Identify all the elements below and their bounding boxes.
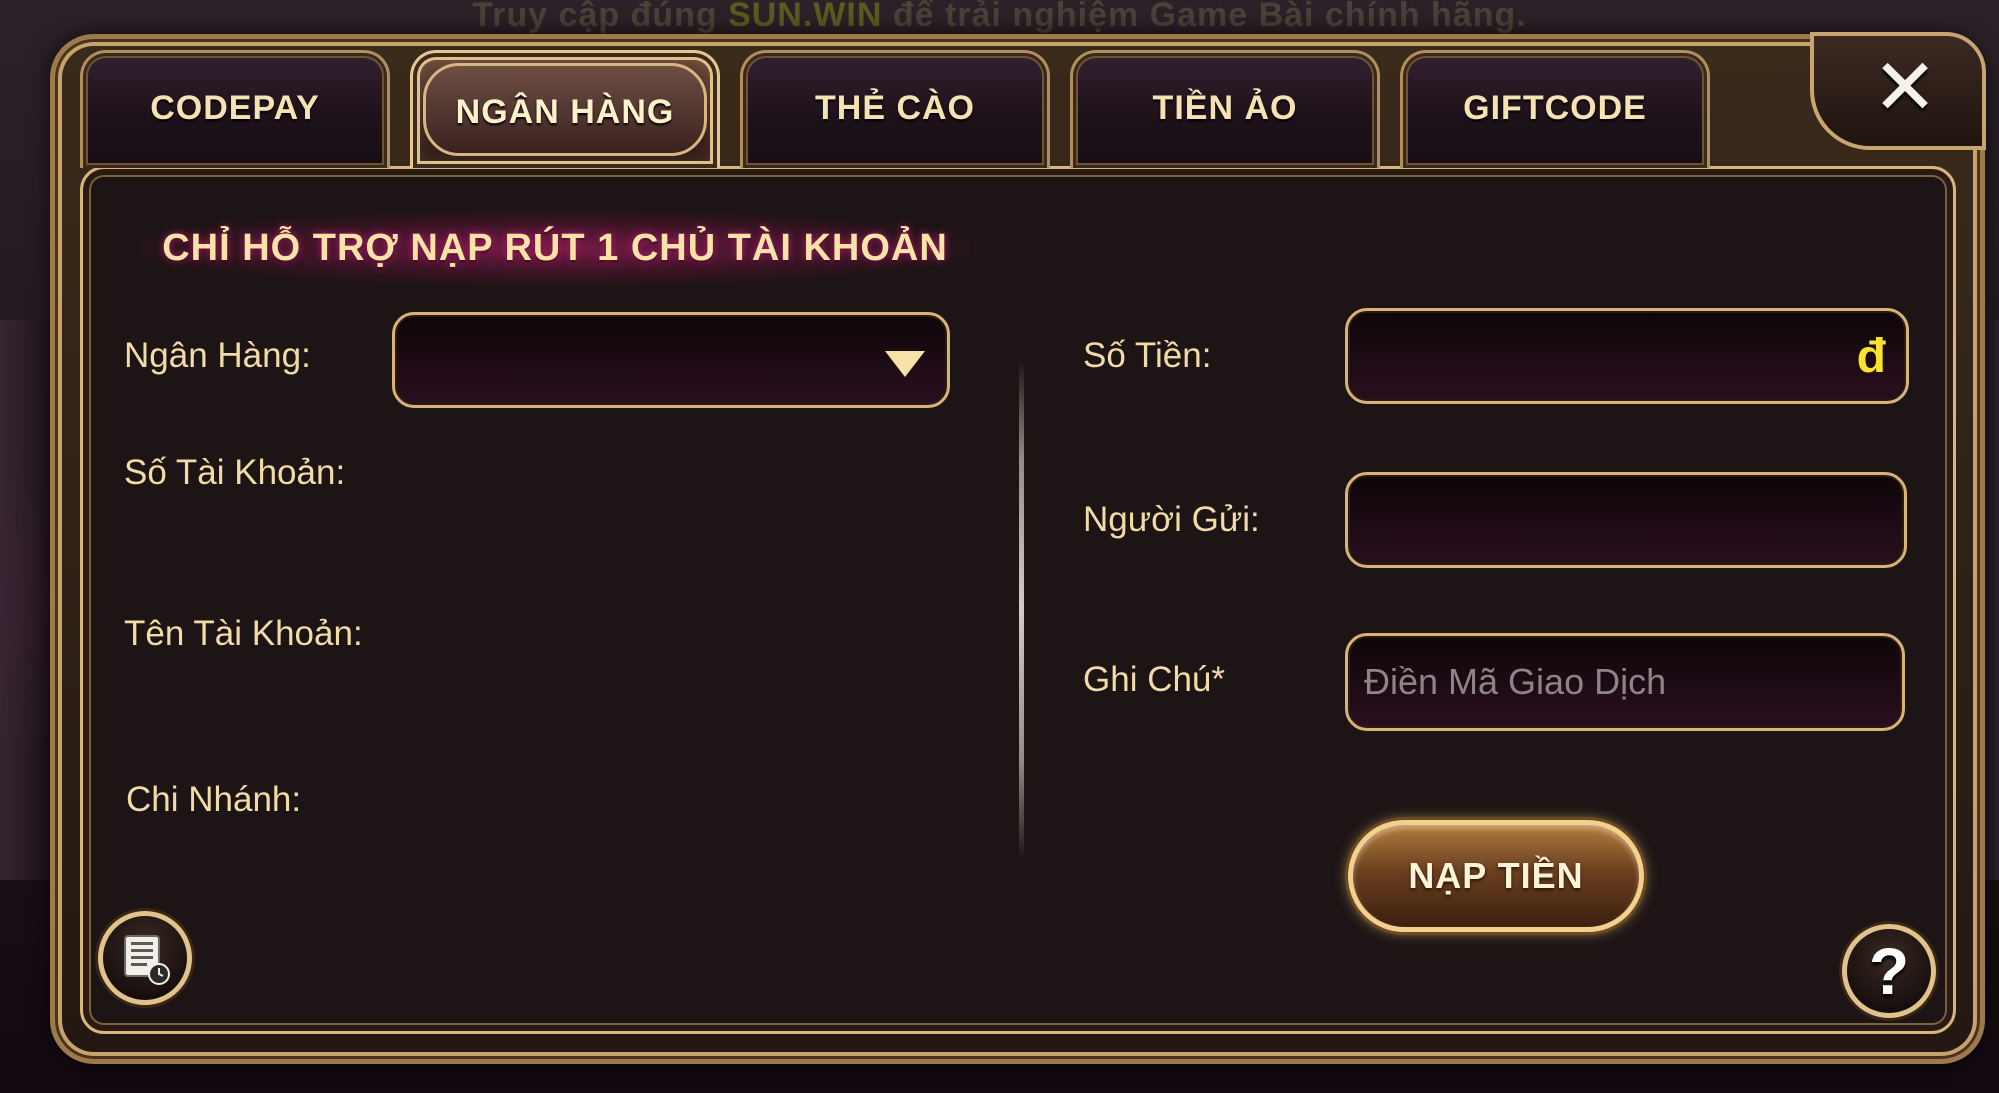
bank-select-value[interactable] — [409, 315, 877, 405]
tab-the-cao[interactable]: THẺ CÀO — [740, 50, 1050, 168]
sender-field[interactable] — [1362, 475, 1834, 565]
sender-label: Người Gửi: — [1083, 500, 1260, 539]
history-button[interactable] — [98, 911, 192, 1005]
help-button[interactable]: ? — [1842, 924, 1936, 1018]
note-input[interactable] — [1345, 633, 1905, 731]
tab-label: NGÂN HÀNG — [455, 93, 675, 131]
close-icon: ✕ — [1872, 43, 1938, 131]
tab-label: CODEPAY — [150, 89, 320, 127]
bank-select[interactable] — [392, 312, 950, 408]
tab-label: THẺ CÀO — [815, 89, 975, 127]
history-document-icon — [124, 935, 170, 985]
tab-label: GIFTCODE — [1463, 89, 1647, 127]
bank-label: Ngân Hàng: — [124, 336, 311, 375]
deposit-submit-label: NẠP TIỀN — [1408, 855, 1584, 896]
deposit-submit-button[interactable]: NẠP TIỀN — [1348, 820, 1644, 932]
note-label: Ghi Chú* — [1083, 660, 1226, 699]
notice-banner: CHỈ HỖ TRỢ NẠP RÚT 1 CHỦ TÀI KHOẢN — [140, 210, 970, 286]
help-question-icon: ? — [1868, 934, 1910, 1008]
amount-input[interactable]: đ — [1345, 308, 1909, 404]
content-panel — [80, 166, 1956, 1034]
account-name-label: Tên Tài Khoản: — [124, 614, 363, 653]
amount-label: Số Tiền: — [1083, 336, 1212, 375]
notice-text: CHỈ HỖ TRỢ NẠP RÚT 1 CHỦ TÀI KHOẢN — [162, 226, 948, 269]
sender-input[interactable] — [1345, 472, 1907, 568]
close-button[interactable]: ✕ — [1810, 32, 1986, 150]
banner-text-before: Truy cập đúng — [472, 0, 729, 34]
tab-label: TIỀN ẢO — [1152, 89, 1298, 127]
tab-codepay[interactable]: CODEPAY — [80, 50, 390, 168]
currency-symbol: đ — [1856, 330, 1886, 383]
tab-giftcode[interactable]: GIFTCODE — [1400, 50, 1710, 168]
banner-text-after: để trải nghiệm Game Bài chính hãng. — [882, 0, 1527, 34]
account-number-label: Số Tài Khoản: — [124, 453, 346, 492]
tab-tien-ao[interactable]: TIỀN ẢO — [1070, 50, 1380, 168]
note-field[interactable] — [1362, 636, 1832, 728]
top-banner: Truy cập đúng SUN.WIN để trải nghiệm Gam… — [0, 0, 1999, 34]
tab-ngan-hang[interactable]: NGÂN HÀNG — [410, 50, 720, 168]
amount-field[interactable] — [1362, 311, 1836, 401]
banner-highlight: SUN.WIN — [728, 0, 883, 34]
branch-label: Chi Nhánh: — [126, 780, 302, 819]
chevron-down-icon — [885, 351, 925, 377]
column-divider — [1019, 360, 1024, 860]
